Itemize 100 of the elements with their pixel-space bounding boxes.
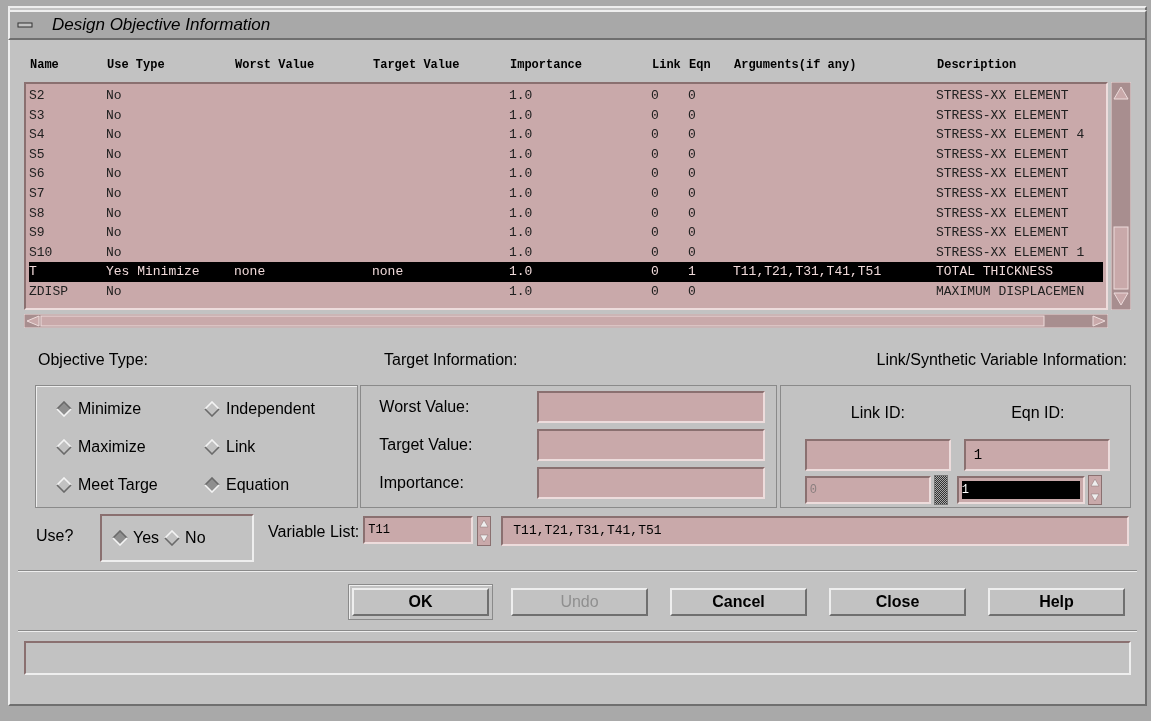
input-field[interactable] — [537, 467, 766, 499]
table-row[interactable]: S9 No 1.0 0 0 STRESS-XX ELEMENT — [29, 223, 1103, 243]
table-cell-text: 1.0 — [509, 87, 534, 105]
table-row[interactable]: S10 No 1.0 0 0 STRESS-XX ELEMENT 1 — [29, 242, 1103, 263]
radio-label[interactable]: Yes — [133, 526, 160, 550]
radio-label[interactable]: Maximize — [78, 435, 146, 459]
column-header: Eqn — [689, 57, 712, 74]
table-cell-text: No — [106, 145, 123, 164]
input-field[interactable]: T11,T21,T31,T41,T51 — [501, 516, 1129, 546]
table-cell-text: 0 — [688, 282, 697, 301]
field-label: Importance: — [379, 473, 465, 493]
radio-diamond[interactable] — [112, 530, 128, 546]
table-cell-text: STRESS-XX ELEMENT — [936, 224, 1070, 243]
table-cell-text: No — [106, 204, 123, 223]
table-cell-text: 1.0 — [509, 204, 534, 223]
horizontal-scrollbar[interactable] — [24, 314, 1108, 328]
table-cell-text: 0 — [688, 184, 697, 203]
table-cell-text: STRESS-XX ELEMENT — [936, 165, 1070, 184]
table-cell-text: STRESS-XX ELEMENT — [936, 184, 1070, 203]
table-row[interactable]: ZDISP No 1.0 0 0 MAXIMUM DISPLACEMEN — [29, 281, 1103, 302]
table-cell-text: 1 — [688, 263, 697, 282]
input-field[interactable]: 1 — [963, 439, 1110, 471]
table-cell-text: 0 — [688, 165, 697, 184]
table-row[interactable]: S7 No 1.0 0 0 STRESS-XX ELEMENT — [29, 183, 1103, 204]
radio-label[interactable]: Independent — [226, 397, 315, 421]
table-cell-text: 1.0 — [509, 263, 534, 282]
table-row[interactable]: S6 No 1.0 0 0 STRESS-XX ELEMENT — [29, 164, 1103, 184]
table-cell-text: STRESS-XX ELEMENT — [936, 106, 1070, 125]
table-cell-text: No — [106, 87, 123, 105]
table-cell-text: 0 — [651, 224, 660, 243]
radio-label[interactable]: Minimize — [78, 397, 142, 421]
table-cell-text: TOTAL THICKNESS — [936, 263, 1055, 282]
table-cell-text: MAXIMUM DISPLACEMEN — [936, 282, 1086, 301]
table-cell-text: No — [106, 106, 123, 125]
radio-diamond[interactable] — [204, 439, 220, 455]
section-label: Objective Type: — [37, 350, 149, 370]
radio-label[interactable]: Meet Targe — [78, 473, 158, 497]
field-label: Worst Value: — [379, 397, 471, 417]
radio-label[interactable]: Equation — [226, 473, 290, 497]
radio-diamond[interactable] — [164, 530, 181, 546]
radio-diamond[interactable] — [204, 401, 220, 417]
field-label: Eqn ID: — [1010, 403, 1066, 423]
section-label: Target Information: — [383, 350, 519, 370]
table-cell-text: 1.0 — [509, 184, 534, 203]
table-cell-text: STRESS-XX ELEMENT 1 — [936, 243, 1086, 262]
table-cell-text: 0 — [688, 243, 697, 262]
column-header: Worst Value — [235, 57, 316, 74]
table-cell-text: ZDISP — [29, 282, 69, 301]
input-field[interactable] — [537, 391, 766, 423]
table-row[interactable]: S2 No 1.0 0 0 STRESS-XX ELEMENT — [29, 86, 1103, 106]
table-cell-text: 1.0 — [509, 106, 534, 125]
table-row[interactable]: S5 No 1.0 0 0 STRESS-XX ELEMENT — [29, 144, 1103, 165]
window-title: Design Objective Information — [52, 14, 271, 37]
table-cell-text: 1.0 — [509, 224, 534, 243]
column-header: Link — [652, 57, 682, 74]
section-label: Link/Synthetic Variable Information: — [875, 350, 1128, 370]
input-field[interactable] — [804, 439, 951, 471]
radio-diamond[interactable] — [204, 477, 220, 493]
table-row[interactable]: S4 No 1.0 0 0 STRESS-XX ELEMENT 4 — [29, 125, 1103, 145]
table-cell-text: none — [234, 263, 267, 282]
radio-diamond[interactable] — [56, 477, 72, 493]
radio-diamond[interactable] — [56, 439, 72, 455]
close-button[interactable]: Close — [829, 588, 966, 616]
vertical-scrollbar[interactable] — [1111, 82, 1131, 310]
table-cell-text: S6 — [29, 165, 46, 184]
table-cell-text: S5 — [29, 145, 46, 164]
table-cell-text: Yes Minimize — [106, 263, 201, 282]
table-cell-text: S2 — [29, 87, 46, 105]
radio-label[interactable]: No — [185, 526, 206, 550]
table-cell-text: 1.0 — [509, 243, 534, 262]
cancel-button[interactable]: Cancel — [670, 588, 807, 616]
table-cell-text: 0 — [688, 126, 697, 145]
spin-field[interactable]: 1 — [956, 476, 1085, 504]
table-cell-text: 1.0 — [509, 282, 534, 301]
table-cell-text: 0 — [688, 106, 697, 125]
column-header: Importance — [510, 57, 583, 74]
table-cell-text: STRESS-XX ELEMENT — [936, 145, 1070, 164]
table-cell-text: 0 — [651, 184, 660, 203]
table-row[interactable]: S8 No 1.0 0 0 STRESS-XX ELEMENT — [29, 203, 1103, 224]
table-cell-text: STRESS-XX ELEMENT — [936, 204, 1070, 223]
table-row[interactable]: T Yes Minimize none none 1.0 0 1 T11,T21,T31,T41,T51 TOTAL THICKNESS — [29, 262, 1103, 282]
table-cell-text: STRESS-XX ELEMENT 4 — [936, 126, 1086, 145]
input-field[interactable] — [537, 429, 766, 461]
table-row[interactable]: S3 No 1.0 0 0 STRESS-XX ELEMENT — [29, 105, 1103, 126]
table-cell-text: No — [106, 224, 123, 243]
column-header: Arguments(if any) — [734, 57, 858, 74]
table-cell-text: S4 — [29, 126, 46, 145]
help-button[interactable]: Help — [988, 588, 1125, 616]
radio-label[interactable]: Link — [226, 435, 256, 459]
table-cell-text: 0 — [688, 224, 697, 243]
table-cell-text: 0 — [651, 165, 660, 184]
spin-field[interactable]: T11 — [363, 516, 474, 544]
field-label: Use? — [36, 526, 75, 546]
table-cell-text: 0 — [688, 145, 697, 164]
table-cell-text: T — [29, 263, 38, 282]
table-cell-text: 0 — [688, 204, 697, 223]
table-cell-text: 0 — [651, 106, 660, 125]
radio-diamond[interactable] — [56, 401, 72, 417]
ok-button[interactable]: OK — [352, 588, 489, 616]
table-cell-text: No — [106, 243, 123, 262]
